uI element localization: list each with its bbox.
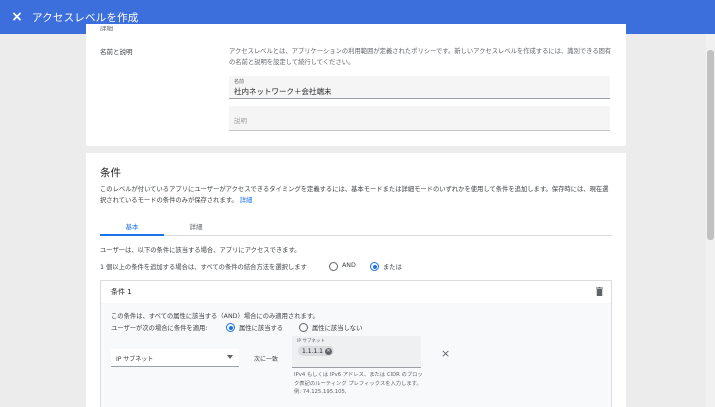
description-field[interactable]: 説明 (229, 106, 610, 131)
conditions-description-text: このレベルが付いているアプリにユーザーがアクセスできるタイミングを定義するには、… (100, 186, 609, 204)
tab-basic[interactable]: 基本 (100, 221, 164, 231)
details-link[interactable]: 詳細 (240, 197, 253, 204)
scrollbar-thumb[interactable] (707, 50, 714, 240)
ip-subnet-field-label: IP サブネット (297, 339, 325, 344)
mode-tabs: 基本 詳細 (100, 217, 612, 236)
details-section-label: 詳細 (100, 26, 113, 32)
conditions-card: 条件 このレベルが付いているアプリにユーザーがアクセスできるタイミングを定義する… (86, 153, 626, 407)
apply-text: ユーザーが次の場合に条件を適用: (111, 325, 208, 332)
ip-chip[interactable]: 1.1.1.1 ✕ (298, 346, 334, 356)
radio-not-matches-attribute[interactable] (299, 323, 308, 332)
radio-matches-attribute[interactable] (226, 323, 235, 332)
name-field[interactable]: 名前 社内ネットワーク＋会社端末 (229, 76, 610, 99)
access-text: ユーザーは、以下の条件に該当する場合、アプリにアクセスできます。 (100, 247, 301, 254)
close-icon[interactable]: × (2, 9, 32, 25)
name-description-label: 名前と説明 (100, 48, 133, 56)
conditions-description: このレベルが付いているアプリにユーザーがアクセスできるタイミングを定義するには、… (100, 184, 612, 206)
chevron-down-icon (227, 355, 233, 359)
radio-or-label: または (383, 264, 402, 271)
condition-1-title: 条件 1 (111, 288, 132, 296)
name-field-label: 名前 (234, 79, 245, 85)
active-tab-indicator (100, 234, 164, 236)
radio-matches-attribute-label: 属性に該当する (239, 325, 284, 332)
page-title: アクセスレベルを作成 (32, 11, 139, 24)
details-card: 詳細 名前と説明 アクセスレベルとは、アプリケーションの利用範囲が定義されたポリ… (86, 24, 626, 146)
tab-advanced[interactable]: 詳細 (164, 221, 228, 231)
radio-or[interactable] (370, 262, 379, 271)
match-label: 次に一致 (254, 356, 279, 363)
conditions-title: 条件 (100, 167, 121, 179)
condition-1-panel: 条件 1 この条件は、すべての属性に該当する（AND）場合にのみ適用されます。 … (100, 280, 612, 407)
ip-subnet-field[interactable]: IP サブネット 1.1.1.1 ✕ (292, 336, 421, 368)
radio-and-label: AND (342, 262, 356, 269)
remove-attribute-icon[interactable]: × (441, 347, 450, 360)
condition-1-body: この条件は、すべての属性に該当する（AND）場合にのみ適用されます。 ユーザーが… (101, 303, 611, 407)
and-note: この条件は、すべての属性に該当する（AND）場合にのみ適用されます。 (111, 313, 319, 320)
attribute-select[interactable]: IP サブネット (111, 349, 239, 367)
trash-icon[interactable] (596, 287, 603, 296)
description-field-placeholder: 説明 (234, 117, 247, 125)
combine-text: 1 個以上の条件を追加する場合は、すべての条件の結合方法を選択します (100, 264, 307, 271)
chip-remove-icon[interactable]: ✕ (325, 347, 332, 355)
ip-hint-text: IPv4 もしくは IPv6 アドレス、または CIDR のブロック表記のルーテ… (294, 372, 423, 395)
radio-and[interactable] (329, 262, 338, 271)
radio-not-matches-attribute-label: 属性に該当しない (312, 325, 363, 332)
name-field-value[interactable]: 社内ネットワーク＋会社端末 (234, 86, 332, 97)
condition-1-header: 条件 1 (101, 281, 611, 303)
access-level-description: アクセスレベルとは、アプリケーションの利用範囲が定義されたポリシーです。新しいア… (229, 48, 612, 66)
attribute-select-value: IP サブネット (116, 356, 154, 363)
ip-chip-label: 1.1.1.1 (302, 347, 323, 355)
